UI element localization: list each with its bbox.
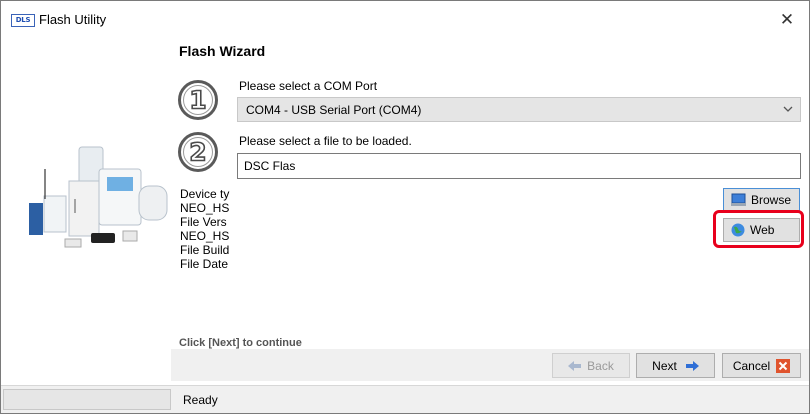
- chevron-down-icon: [783, 106, 793, 112]
- left-arrow-icon: [568, 360, 582, 371]
- info-line: File Vers: [180, 215, 227, 229]
- file-info-panel: Device ty NEO_HS File Vers NEO_HS File B…: [180, 187, 232, 271]
- file-label: Please select a file to be loaded.: [239, 134, 412, 148]
- title-bar: DLS Flash Utility ✕: [1, 1, 809, 39]
- step-one-icon: 1: [178, 80, 218, 120]
- computer-icon: [731, 193, 746, 206]
- continue-hint: Click [Next] to continue: [179, 337, 302, 349]
- info-line: File Date: [180, 257, 229, 271]
- com-port-label: Please select a COM Port: [239, 79, 378, 93]
- flash-utility-window: DLS Flash Utility ✕ Flash Wizard 1 Pleas…: [0, 0, 810, 414]
- next-label: Next: [652, 358, 677, 373]
- info-line: NEO_HS: [180, 201, 230, 215]
- cancel-label: Cancel: [732, 358, 771, 373]
- app-icon: DLS: [11, 14, 35, 27]
- step-two-icon: 2: [178, 132, 218, 172]
- close-icon: ✕: [779, 10, 795, 30]
- step-one-number: 1: [189, 86, 206, 115]
- status-bar: Ready: [1, 385, 809, 413]
- browse-label: Browse: [751, 193, 792, 207]
- app-icon-text: DLS: [15, 16, 31, 24]
- info-line: NEO_HS: [180, 229, 230, 243]
- x-box-icon: [776, 358, 791, 373]
- com-port-select[interactable]: COM4 - USB Serial Port (COM4): [237, 97, 801, 122]
- browse-button[interactable]: Browse: [723, 188, 800, 212]
- wizard-title: Flash Wizard: [179, 43, 266, 59]
- step-two-number: 2: [189, 138, 206, 167]
- com-port-value: COM4 - USB Serial Port (COM4): [246, 103, 422, 117]
- back-button[interactable]: Back: [552, 353, 630, 378]
- window-title: Flash Utility: [39, 12, 107, 27]
- status-text: Ready: [183, 393, 218, 407]
- info-line: File Build: [180, 243, 230, 257]
- file-path-input[interactable]: [237, 153, 801, 179]
- next-button[interactable]: Next: [636, 353, 715, 378]
- close-button[interactable]: ✕: [765, 1, 809, 39]
- back-label: Back: [587, 358, 614, 373]
- status-progress-cell: [3, 389, 171, 410]
- navigation-bar-left-panel: [1, 349, 171, 381]
- info-line: Device ty: [180, 187, 230, 201]
- right-arrow-icon: [685, 360, 699, 371]
- cancel-button[interactable]: Cancel: [722, 353, 801, 378]
- device-product-image: [29, 146, 168, 248]
- web-button-highlight: [713, 210, 804, 248]
